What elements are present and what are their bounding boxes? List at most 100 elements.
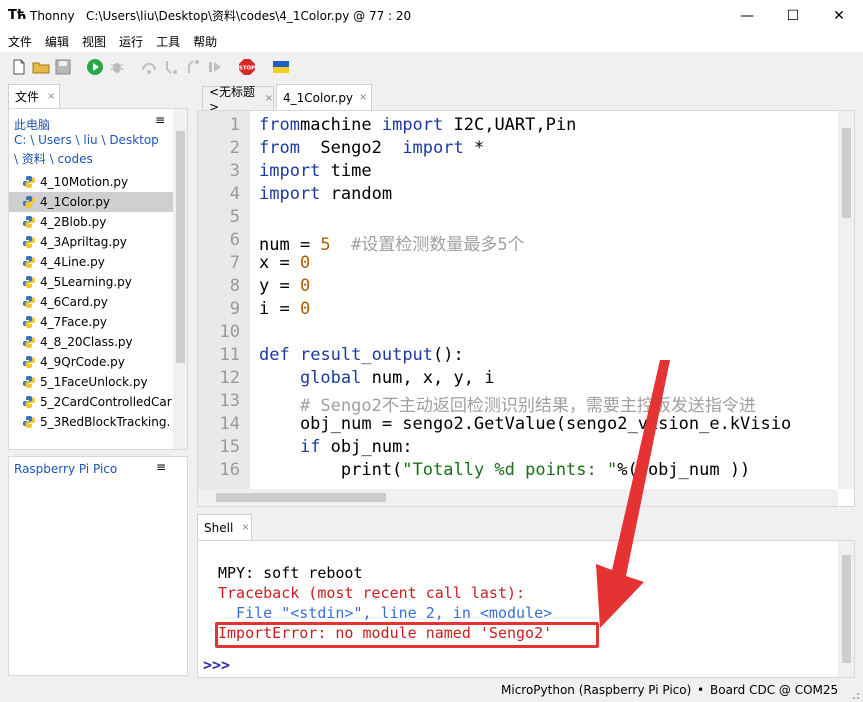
- ukraine-flag-icon[interactable]: [272, 58, 290, 76]
- maximize-button[interactable]: ☐: [770, 0, 816, 31]
- resize-grip-icon[interactable]: [848, 688, 860, 700]
- file-item[interactable]: 4_9QrCode.py: [9, 352, 173, 372]
- python-file-icon: [23, 236, 35, 248]
- path-this-pc[interactable]: 此电脑: [14, 116, 50, 133]
- code-line[interactable]: global num, x, y, i: [259, 368, 494, 388]
- code-line[interactable]: x = 0: [259, 253, 310, 273]
- code-token: #设置检测数量最多5个: [351, 235, 525, 255]
- file-item[interactable]: 4_1Color.py: [9, 192, 173, 212]
- python-file-icon: [23, 196, 35, 208]
- device-menu-icon[interactable]: ≡: [156, 460, 166, 474]
- files-panel: 此电脑 C: \ Users \ liu \ Desktop \ 资料 \ co…: [8, 108, 188, 450]
- code-line[interactable]: i = 0: [259, 299, 310, 319]
- open-folder-icon[interactable]: [32, 58, 50, 76]
- shell-vscroll-thumb[interactable]: [842, 555, 851, 663]
- menu-tools[interactable]: 工具: [156, 33, 180, 50]
- window-title: Thonny C:\Users\liu\Desktop\资料\codes\4_1…: [30, 7, 411, 24]
- menu-edit[interactable]: 编辑: [45, 33, 69, 50]
- file-item[interactable]: 4_6Card.py: [9, 292, 173, 312]
- code-line[interactable]: # Sengo2不主动返回检测识别结果，需要主控板发送指令进: [259, 391, 756, 416]
- close-icon[interactable]: ×: [47, 91, 55, 102]
- line-number: 12: [219, 368, 240, 388]
- editor-hscrollbar[interactable]: [198, 489, 838, 506]
- line-number: 6: [229, 230, 240, 250]
- file-item[interactable]: 4_5Learning.py: [9, 272, 173, 292]
- file-item[interactable]: 5_2CardControlledCar: [9, 392, 173, 412]
- code-token: ():: [433, 345, 464, 365]
- file-item[interactable]: 5_1FaceUnlock.py: [9, 372, 173, 392]
- close-icon[interactable]: ×: [265, 93, 273, 104]
- code-line[interactable]: import random: [259, 184, 392, 204]
- code-line[interactable]: from Sengo2 import *: [259, 138, 484, 158]
- interpreter-status[interactable]: MicroPython (Raspberry Pi Pico): [501, 683, 691, 697]
- code-line[interactable]: frommachine import I2C,UART,Pin: [259, 115, 576, 135]
- line-number: 1: [229, 115, 240, 135]
- shell-vscrollbar[interactable]: [838, 541, 854, 677]
- device-label[interactable]: Raspberry Pi Pico: [14, 462, 117, 476]
- menu-run[interactable]: 运行: [119, 33, 143, 50]
- shell-line: Traceback (most recent call last):: [218, 584, 526, 602]
- file-item[interactable]: 4_8_20Class.py: [9, 332, 173, 352]
- line-number-gutter: 1 2 3 4 5 6 7 8 9 10 11 12 13 14 15 16: [198, 111, 250, 489]
- code-token: def: [259, 345, 290, 365]
- python-file-icon: [23, 176, 35, 188]
- toolbar: STOP: [0, 52, 863, 82]
- path-desktop[interactable]: C: \ Users \ liu \ Desktop: [14, 133, 159, 147]
- code-line[interactable]: y = 0: [259, 276, 310, 296]
- run-icon[interactable]: [86, 58, 104, 76]
- shell-console[interactable]: MPY: soft reboot Traceback (most recent c…: [197, 540, 855, 678]
- port-status[interactable]: Board CDC @ COM25: [710, 683, 838, 697]
- code-editor[interactable]: 1 2 3 4 5 6 7 8 9 10 11 12 13 14 15 16 frommachine impo…: [197, 110, 855, 507]
- save-icon[interactable]: [54, 58, 72, 76]
- tab-4-1color[interactable]: 4_1Color.py ×: [276, 84, 372, 110]
- file-item[interactable]: 4_2Blob.py: [9, 212, 173, 232]
- path-codes[interactable]: \ 资料 \ codes: [14, 150, 93, 167]
- file-item[interactable]: 4_4Line.py: [9, 252, 173, 272]
- tab-untitled[interactable]: <无标题> ×: [202, 85, 274, 114]
- resume-icon[interactable]: [206, 58, 224, 76]
- menu-help[interactable]: 帮助: [193, 33, 217, 50]
- file-item[interactable]: 4_7Face.py: [9, 312, 173, 332]
- stop-label: STOP: [239, 66, 255, 72]
- file-name: 4_7Face.py: [40, 315, 107, 329]
- file-name: 4_10Motion.py: [40, 175, 129, 189]
- code-line[interactable]: def result_output():: [259, 345, 464, 365]
- code-token: *: [463, 138, 485, 158]
- code-token: obj_num:: [320, 437, 413, 457]
- status-separator: •: [697, 683, 705, 697]
- file-item[interactable]: 4_10Motion.py: [9, 172, 173, 192]
- code-token: 0: [299, 276, 311, 296]
- debug-icon[interactable]: [108, 58, 126, 76]
- step-out-icon[interactable]: [184, 58, 202, 76]
- line-number: 8: [229, 276, 240, 296]
- close-icon[interactable]: ×: [241, 522, 249, 533]
- tab-shell[interactable]: Shell ×: [197, 514, 252, 540]
- code-line[interactable]: import time: [259, 161, 372, 181]
- code-token: import: [381, 115, 444, 135]
- code-line[interactable]: num = 5 #设置检测数量最多5个: [259, 230, 525, 255]
- editor-vscroll-thumb[interactable]: [842, 128, 851, 218]
- editor-vscrollbar[interactable]: [838, 111, 854, 489]
- code-token: result_output: [299, 345, 434, 365]
- step-over-icon[interactable]: [140, 58, 158, 76]
- code-line[interactable]: obj_num = sengo2.GetValue(sengo2_vision_…: [259, 414, 791, 434]
- files-menu-icon[interactable]: ≡: [155, 113, 165, 127]
- close-icon[interactable]: ×: [359, 92, 367, 103]
- files-scrollbar[interactable]: [173, 109, 187, 449]
- menu-file[interactable]: 文件: [8, 33, 32, 50]
- file-item[interactable]: 4_3Apriltag.py: [9, 232, 173, 252]
- shell-prompt[interactable]: >>>: [203, 656, 230, 674]
- code-token: 0: [299, 299, 311, 319]
- tab-files[interactable]: 文件 ×: [8, 84, 60, 108]
- file-item[interactable]: 5_3RedBlockTracking.: [9, 412, 173, 432]
- files-scroll-thumb[interactable]: [176, 131, 185, 363]
- close-window-button[interactable]: ✕: [816, 0, 862, 31]
- menu-view[interactable]: 视图: [82, 33, 106, 50]
- editor-hscroll-thumb[interactable]: [216, 493, 386, 502]
- step-into-icon[interactable]: [162, 58, 180, 76]
- stop-icon[interactable]: STOP: [238, 58, 256, 76]
- code-line[interactable]: if obj_num:: [259, 437, 413, 457]
- file-name: 4_3Apriltag.py: [40, 235, 127, 249]
- new-file-icon[interactable]: [10, 58, 28, 76]
- minimize-button[interactable]: —: [724, 0, 770, 31]
